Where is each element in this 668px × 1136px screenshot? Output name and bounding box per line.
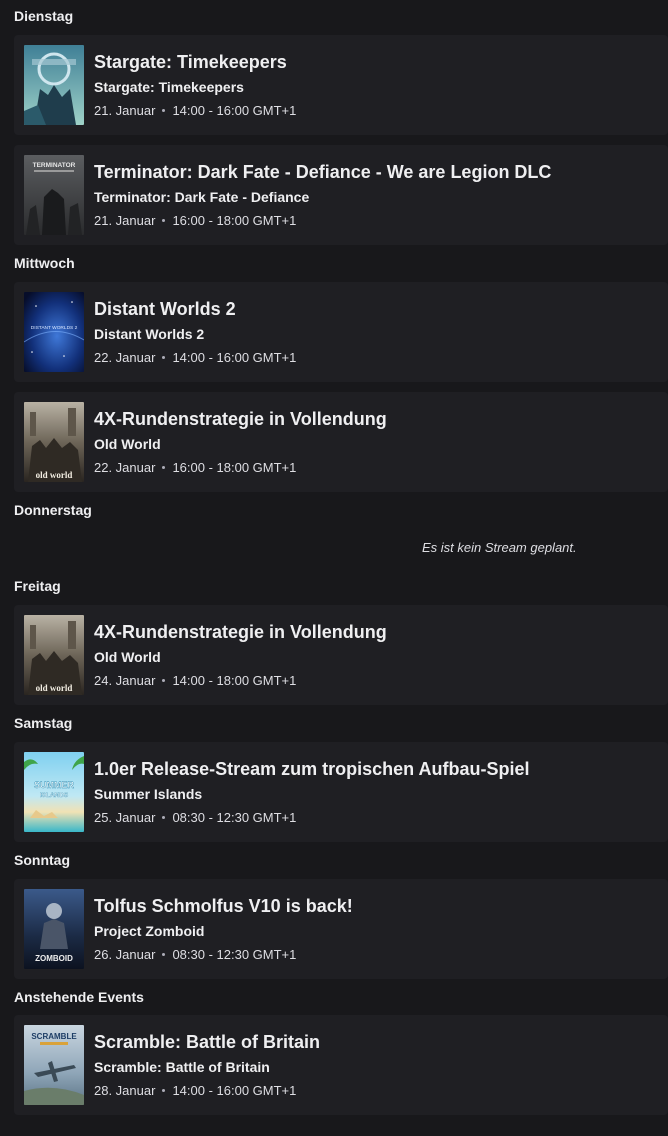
event-card[interactable]: TERMINATOR Terminator: Dark Fate - Defia… — [14, 145, 668, 245]
distant-worlds-logo-text: DISTANT WORLDS 2 — [31, 325, 78, 331]
event-hours: 16:00 - 18:00 GMT+1 — [172, 460, 297, 475]
scramble-cover-art-icon: SCRAMBLE — [24, 1025, 84, 1105]
event-card[interactable]: old world 4X-Rundenstrategie in Vollendu… — [14, 392, 668, 492]
event-card[interactable]: DISTANT WORLDS 2 Distant Worlds 2 Distan… — [14, 282, 668, 382]
day-header-sonntag: Sonntag — [14, 852, 70, 868]
separator-dot-icon — [162, 953, 166, 957]
event-card[interactable]: ZOMBOID Tolfus Schmolfus V10 is back! Pr… — [14, 879, 668, 979]
event-card[interactable]: SCRAMBLE Scramble: Battle of Britain Scr… — [14, 1015, 668, 1115]
event-time: 26. Januar 08:30 - 12:30 GMT+1 — [94, 947, 296, 962]
event-date: 22. Januar — [94, 350, 156, 365]
old-world-logo-text: old world — [36, 683, 73, 693]
no-stream-message: Es ist kein Stream geplant. — [422, 540, 577, 555]
event-hours: 14:00 - 16:00 GMT+1 — [172, 103, 297, 118]
separator-dot-icon — [162, 219, 166, 223]
old-world-logo-text: old world — [36, 470, 73, 480]
project-zomboid-cover-art-icon: ZOMBOID — [24, 889, 84, 969]
day-header-mittwoch: Mittwoch — [14, 255, 75, 271]
event-title[interactable]: 4X-Rundenstrategie in Vollendung — [94, 622, 387, 643]
event-title[interactable]: Scramble: Battle of Britain — [94, 1032, 320, 1053]
stargate-cover-art-icon — [24, 45, 84, 125]
terminator-cover-art-icon: TERMINATOR — [24, 155, 84, 235]
event-hours: 14:00 - 16:00 GMT+1 — [172, 350, 297, 365]
summer-islands-cover-art-icon: SUMMER ISLANDS — [24, 752, 84, 832]
event-title[interactable]: Distant Worlds 2 — [94, 299, 236, 320]
day-header-samstag: Samstag — [14, 715, 73, 731]
event-title[interactable]: Terminator: Dark Fate - Defiance - We ar… — [94, 162, 551, 183]
event-game[interactable]: Old World — [94, 649, 161, 665]
event-game[interactable]: Summer Islands — [94, 786, 202, 802]
summer-islands-logo-subtext: ISLANDS — [40, 792, 69, 799]
terminator-logo-text: TERMINATOR — [33, 162, 76, 169]
event-title[interactable]: 1.0er Release-Stream zum tropischen Aufb… — [94, 759, 529, 780]
event-title[interactable]: Tolfus Schmolfus V10 is back! — [94, 896, 353, 917]
separator-dot-icon — [162, 109, 166, 113]
event-hours: 14:00 - 18:00 GMT+1 — [172, 673, 297, 688]
event-title[interactable]: Stargate: Timekeepers — [94, 52, 287, 73]
event-time: 21. Januar 16:00 - 18:00 GMT+1 — [94, 213, 296, 228]
event-time: 25. Januar 08:30 - 12:30 GMT+1 — [94, 810, 296, 825]
old-world-cover-art-icon: old world — [24, 615, 84, 695]
day-header-freitag: Freitag — [14, 578, 61, 594]
event-title[interactable]: 4X-Rundenstrategie in Vollendung — [94, 409, 387, 430]
event-date: 25. Januar — [94, 810, 156, 825]
day-header-donnerstag: Donnerstag — [14, 502, 92, 518]
event-date: 24. Januar — [94, 673, 156, 688]
event-time: 24. Januar 14:00 - 18:00 GMT+1 — [94, 673, 296, 688]
event-time: 22. Januar 14:00 - 16:00 GMT+1 — [94, 350, 296, 365]
event-date: 28. Januar — [94, 1083, 156, 1098]
event-hours: 16:00 - 18:00 GMT+1 — [172, 213, 297, 228]
zomboid-logo-text: ZOMBOID — [35, 954, 73, 963]
event-date: 21. Januar — [94, 103, 156, 118]
event-time: 22. Januar 16:00 - 18:00 GMT+1 — [94, 460, 296, 475]
event-card[interactable]: old world 4X-Rundenstrategie in Vollendu… — [14, 605, 668, 705]
separator-dot-icon — [162, 679, 166, 683]
scramble-logo-text: SCRAMBLE — [31, 1032, 77, 1041]
summer-islands-logo-text: SUMMER — [34, 780, 74, 790]
event-game[interactable]: Terminator: Dark Fate - Defiance — [94, 189, 309, 205]
event-time: 28. Januar 14:00 - 16:00 GMT+1 — [94, 1083, 296, 1098]
event-game[interactable]: Distant Worlds 2 — [94, 326, 204, 342]
event-date: 22. Januar — [94, 460, 156, 475]
event-game[interactable]: Scramble: Battle of Britain — [94, 1059, 270, 1075]
stream-schedule: Dienstag Stargate: Timekeepers Stargate:… — [0, 0, 668, 1136]
separator-dot-icon — [162, 816, 166, 820]
day-header-upcoming-events: Anstehende Events — [14, 989, 144, 1005]
event-card[interactable]: Stargate: Timekeepers Stargate: Timekeep… — [14, 35, 668, 135]
separator-dot-icon — [162, 1089, 166, 1093]
event-hours: 08:30 - 12:30 GMT+1 — [172, 947, 297, 962]
separator-dot-icon — [162, 356, 166, 360]
event-game[interactable]: Old World — [94, 436, 161, 452]
old-world-cover-art-icon: old world — [24, 402, 84, 482]
event-card[interactable]: SUMMER ISLANDS 1.0er Release-Stream zum … — [14, 742, 668, 842]
event-game[interactable]: Stargate: Timekeepers — [94, 79, 244, 95]
event-hours: 14:00 - 16:00 GMT+1 — [172, 1083, 297, 1098]
event-date: 21. Januar — [94, 213, 156, 228]
separator-dot-icon — [162, 466, 166, 470]
distant-worlds-cover-art-icon: DISTANT WORLDS 2 — [24, 292, 84, 372]
event-date: 26. Januar — [94, 947, 156, 962]
event-hours: 08:30 - 12:30 GMT+1 — [172, 810, 297, 825]
event-game[interactable]: Project Zomboid — [94, 923, 204, 939]
event-time: 21. Januar 14:00 - 16:00 GMT+1 — [94, 103, 296, 118]
day-header-dienstag: Dienstag — [14, 8, 74, 24]
